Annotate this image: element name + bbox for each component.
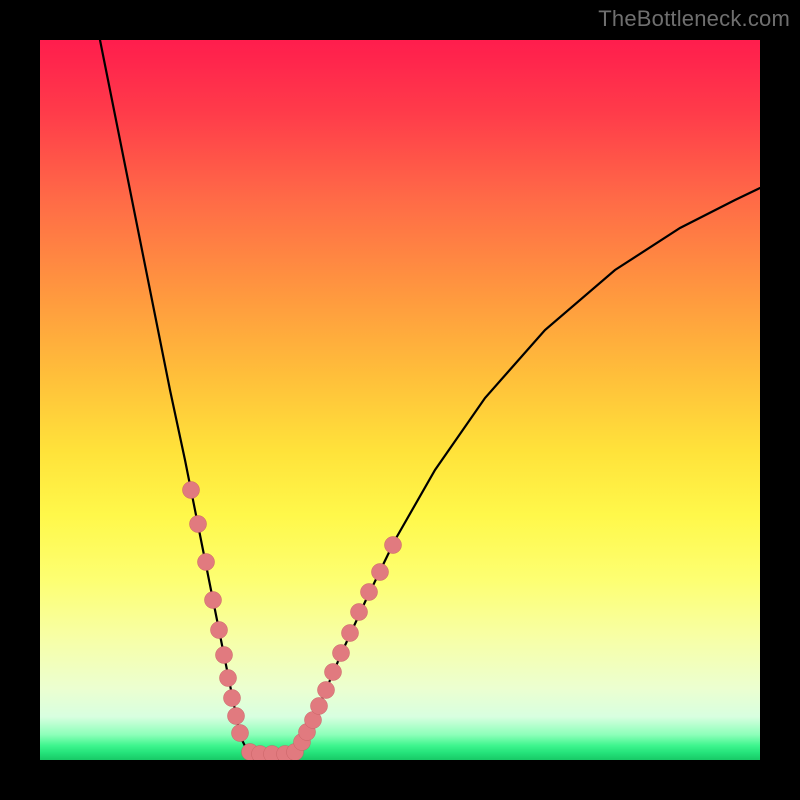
data-dot — [351, 604, 368, 621]
data-dot — [372, 564, 389, 581]
curve-left-branch — [100, 40, 250, 752]
plot-area — [40, 40, 760, 760]
data-dot — [325, 664, 342, 681]
data-dot — [311, 698, 328, 715]
data-dot — [216, 647, 233, 664]
data-dot — [190, 516, 207, 533]
data-dot — [318, 682, 335, 699]
watermark-text: TheBottleneck.com — [598, 6, 790, 32]
chart-frame: TheBottleneck.com — [0, 0, 800, 800]
data-dot — [342, 625, 359, 642]
chart-svg — [40, 40, 760, 760]
data-dot — [232, 725, 249, 742]
data-dot — [385, 537, 402, 554]
data-dot — [183, 482, 200, 499]
data-dot — [205, 592, 222, 609]
data-dot — [220, 670, 237, 687]
dots-right-branch — [294, 537, 402, 751]
data-dot — [198, 554, 215, 571]
curve-right-branch — [295, 188, 760, 752]
data-dot — [224, 690, 241, 707]
data-dot — [333, 645, 350, 662]
data-dot — [211, 622, 228, 639]
dots-flat-min — [242, 744, 304, 761]
data-dot — [361, 584, 378, 601]
data-dot — [228, 708, 245, 725]
